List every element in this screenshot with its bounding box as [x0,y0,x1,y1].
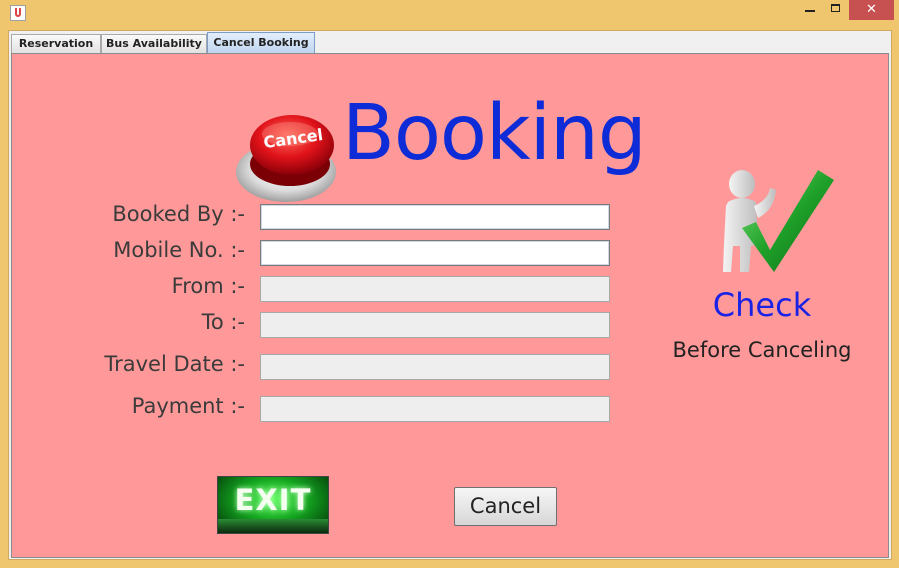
tab-reservation[interactable]: Reservation [11,34,101,53]
tab-cancel-booking[interactable]: Cancel Booking [207,32,315,54]
mobile-no-field[interactable] [260,240,610,266]
cancel-booking-panel: Cancel Booking Booked By :- Mobile No. :… [11,53,889,558]
check-subtitle: Before Canceling [672,338,852,362]
check-heading: Check [712,286,812,324]
cancel-button[interactable]: Cancel [454,487,557,526]
payment-field [260,396,610,422]
maximize-icon[interactable] [822,0,850,20]
java-app-icon [10,5,26,21]
minimize-icon[interactable] [796,0,824,20]
to-field [260,312,610,338]
travel-date-field [260,354,610,380]
from-field [260,276,610,302]
cancel-button-graphic: Cancel [236,115,336,202]
title-bar [0,0,899,28]
booked-by-label: Booked By :- [112,202,245,226]
window-client: Reservation Bus Availability Cancel Book… [8,30,892,560]
close-icon[interactable] [849,0,894,20]
to-label: To :- [201,310,245,334]
payment-label: Payment :- [131,394,245,418]
booked-by-field[interactable] [260,204,610,230]
exit-sign-base [218,519,328,533]
exit-button-label: EXIT [234,483,312,517]
mobile-no-label: Mobile No. :- [113,238,245,262]
exit-button[interactable]: EXIT [217,476,329,534]
person-checkmark-icon [723,170,834,272]
from-label: From :- [171,274,245,298]
travel-date-label: Travel Date :- [104,352,245,376]
tab-bus-availability[interactable]: Bus Availability [101,34,207,53]
page-title: Booking [342,89,647,178]
